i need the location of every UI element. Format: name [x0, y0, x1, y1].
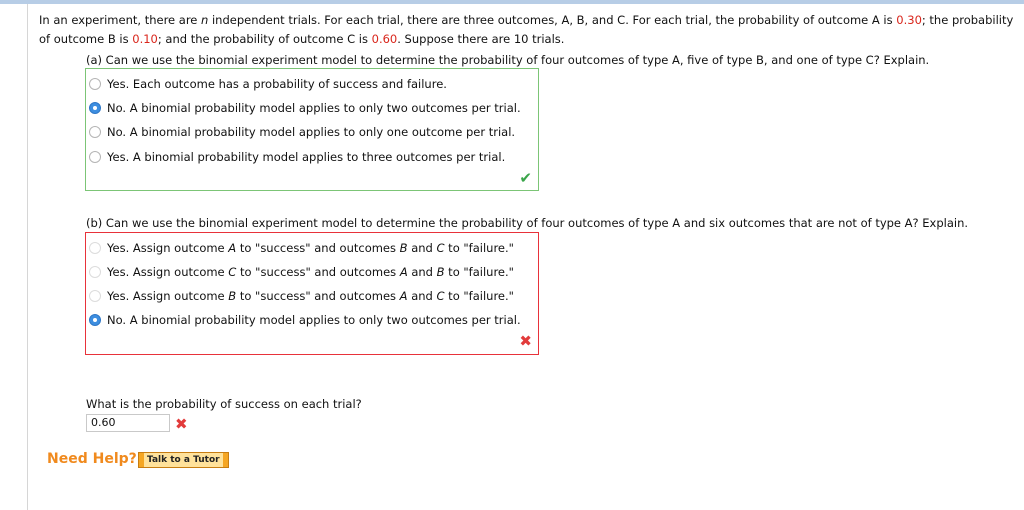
option-label: No. A binomial probability model applies… [107, 125, 516, 139]
option-a-4[interactable]: Yes. A binomial probability model applie… [89, 147, 505, 167]
option-b-4[interactable]: No. A binomial probability model applies… [89, 310, 521, 330]
intro-text: . Suppose there are 10 trials. [397, 32, 565, 46]
probability-a: 0.30 [896, 13, 922, 27]
question-c: What is the probability of success on ea… [86, 397, 362, 411]
option-a-3[interactable]: No. A binomial probability model applies… [89, 122, 515, 142]
option-b-2[interactable]: Yes. Assign outcome C to "success" and o… [89, 262, 514, 282]
question-a: (a) Can we use the binomial experiment m… [86, 53, 930, 67]
probability-b: 0.10 [132, 32, 158, 46]
radio-button[interactable] [89, 78, 101, 90]
intro-text: ; and the probability of outcome C is [157, 32, 372, 46]
radio-button[interactable] [89, 126, 101, 138]
need-help-label: Need Help? [47, 451, 137, 467]
option-label: No. A binomial probability model applies… [107, 101, 521, 115]
option-label: Yes. Assign outcome B to "success" and o… [107, 289, 514, 303]
option-b-3[interactable]: Yes. Assign outcome B to "success" and o… [89, 286, 514, 306]
radio-button[interactable] [89, 242, 101, 254]
top-bar [0, 0, 1024, 4]
option-b-1[interactable]: Yes. Assign outcome A to "success" and o… [89, 238, 514, 258]
option-a-1[interactable]: Yes. Each outcome has a probability of s… [89, 74, 447, 94]
button-label: Talk to a Tutor [144, 453, 223, 467]
talk-to-tutor-button[interactable]: Talk to a Tutor [138, 452, 229, 468]
radio-button[interactable] [89, 290, 101, 302]
option-label: Yes. Assign outcome A to "success" and o… [107, 241, 514, 255]
cross-icon: ✖ [175, 415, 188, 433]
question-b: (b) Can we use the binomial experiment m… [86, 216, 969, 230]
radio-button-selected[interactable] [89, 102, 101, 114]
checkmark-icon: ✔ [519, 169, 532, 187]
option-label: Yes. Each outcome has a probability of s… [107, 77, 447, 91]
radio-button-selected[interactable] [89, 314, 101, 326]
answer-input[interactable]: 0.60 [86, 414, 170, 432]
option-label: No. A binomial probability model applies… [107, 313, 521, 327]
answer-box-b: Yes. Assign outcome A to "success" and o… [85, 232, 539, 355]
problem-statement: In an experiment, there are n independen… [39, 11, 1019, 49]
intro-text: independent trials. For each trial, ther… [208, 13, 897, 27]
radio-button[interactable] [89, 151, 101, 163]
radio-button[interactable] [89, 266, 101, 278]
cross-icon: ✖ [519, 332, 532, 350]
left-border [27, 4, 28, 510]
option-label: Yes. Assign outcome C to "success" and o… [107, 265, 514, 279]
probability-c: 0.60 [371, 32, 398, 46]
intro-text: In an experiment, there are [39, 13, 202, 27]
option-label: Yes. A binomial probability model applie… [107, 150, 506, 164]
answer-box-a: Yes. Each outcome has a probability of s… [85, 68, 539, 191]
option-a-2[interactable]: No. A binomial probability model applies… [89, 98, 521, 118]
